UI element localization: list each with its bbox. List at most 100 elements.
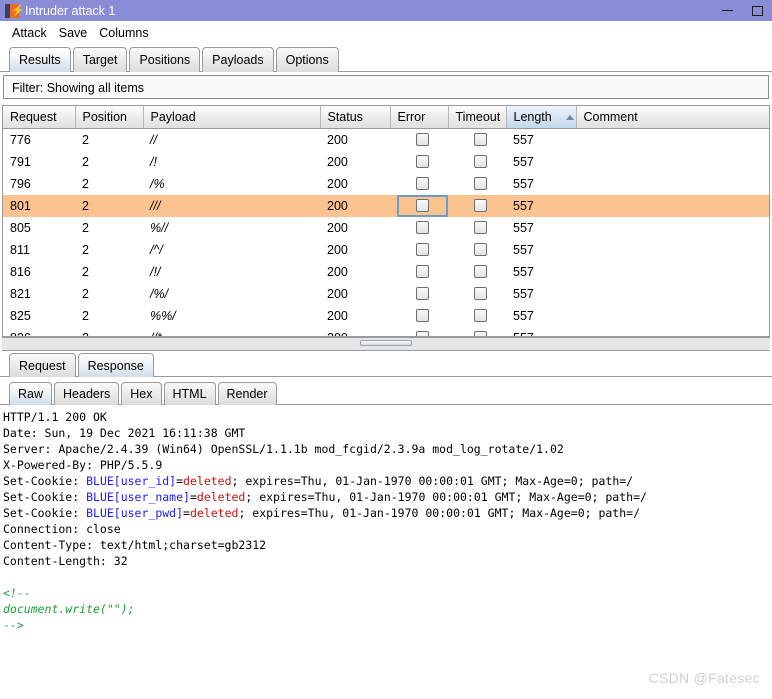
splitter-grip-icon[interactable] bbox=[360, 340, 412, 346]
timeout-checkbox[interactable] bbox=[474, 243, 487, 256]
error-checkbox[interactable] bbox=[416, 309, 429, 322]
timeout-wrapper[interactable] bbox=[455, 195, 506, 217]
error-wrapper[interactable] bbox=[397, 261, 448, 283]
error-cell[interactable] bbox=[390, 305, 448, 327]
timeout-checkbox[interactable] bbox=[474, 221, 487, 234]
tab-raw[interactable]: Raw bbox=[9, 382, 53, 405]
error-checkbox[interactable] bbox=[416, 199, 429, 212]
error-wrapper[interactable] bbox=[397, 239, 448, 261]
tab-target[interactable]: Target bbox=[72, 47, 128, 72]
tab-html[interactable]: HTML bbox=[163, 382, 216, 405]
timeout-cell[interactable] bbox=[448, 173, 506, 195]
table-row[interactable]: 805 2 %// 200 557 bbox=[3, 217, 769, 239]
tab-request[interactable]: Request bbox=[9, 353, 76, 377]
error-cell[interactable] bbox=[390, 128, 448, 151]
table-row[interactable]: 821 2 /%/ 200 557 bbox=[3, 283, 769, 305]
cell-status: 200 bbox=[327, 308, 348, 323]
tab-response[interactable]: Response bbox=[77, 353, 154, 377]
error-checkbox[interactable] bbox=[416, 287, 429, 300]
timeout-cell[interactable] bbox=[448, 151, 506, 173]
tab-hex[interactable]: Hex bbox=[121, 382, 162, 405]
timeout-checkbox[interactable] bbox=[474, 199, 487, 212]
timeout-wrapper[interactable] bbox=[455, 151, 506, 173]
timeout-checkbox[interactable] bbox=[474, 133, 487, 146]
timeout-cell[interactable] bbox=[448, 305, 506, 327]
error-wrapper[interactable] bbox=[397, 194, 448, 217]
error-wrapper[interactable] bbox=[397, 305, 448, 327]
error-checkbox[interactable] bbox=[416, 177, 429, 190]
column-header-payload[interactable]: Payload bbox=[143, 106, 321, 129]
minimize-button[interactable] bbox=[712, 0, 742, 21]
table-row[interactable]: 825 2 %%/ 200 557 bbox=[3, 305, 769, 327]
error-cell[interactable] bbox=[390, 217, 448, 239]
table-row[interactable]: 776 2 // 200 557 bbox=[3, 128, 769, 151]
timeout-wrapper[interactable] bbox=[455, 217, 506, 239]
timeout-checkbox[interactable] bbox=[474, 309, 487, 322]
timeout-wrapper[interactable] bbox=[455, 327, 506, 336]
timeout-cell[interactable] bbox=[448, 327, 506, 336]
tab-payloads[interactable]: Payloads bbox=[202, 47, 274, 72]
column-header-request[interactable]: Request bbox=[3, 106, 76, 129]
column-header-timeout[interactable]: Timeout bbox=[448, 106, 507, 129]
tab-render[interactable]: Render bbox=[217, 382, 277, 405]
timeout-wrapper[interactable] bbox=[455, 129, 506, 151]
timeout-cell[interactable] bbox=[448, 261, 506, 283]
filter-bar[interactable]: Filter: Showing all items bbox=[3, 75, 769, 99]
timeout-wrapper[interactable] bbox=[455, 283, 506, 305]
tab-positions[interactable]: Positions bbox=[129, 47, 201, 72]
error-checkbox[interactable] bbox=[416, 221, 429, 234]
error-wrapper[interactable] bbox=[397, 283, 448, 305]
error-checkbox[interactable] bbox=[416, 133, 429, 146]
error-cell[interactable] bbox=[390, 194, 448, 217]
timeout-cell[interactable] bbox=[448, 239, 506, 261]
timeout-checkbox[interactable] bbox=[474, 177, 487, 190]
table-row[interactable]: 8262//*200 557 bbox=[3, 327, 769, 336]
error-cell[interactable] bbox=[390, 327, 448, 336]
maximize-button[interactable] bbox=[742, 0, 772, 21]
error-wrapper[interactable] bbox=[397, 217, 448, 239]
response-raw-viewer[interactable]: HTTP/1.1 200 OK Date: Sun, 19 Dec 2021 16… bbox=[0, 405, 772, 660]
timeout-wrapper[interactable] bbox=[455, 261, 506, 283]
timeout-cell[interactable] bbox=[448, 283, 506, 305]
tab-results[interactable]: Results bbox=[9, 47, 71, 72]
timeout-cell[interactable] bbox=[448, 217, 506, 239]
column-header-position[interactable]: Position bbox=[75, 106, 144, 129]
timeout-checkbox[interactable] bbox=[474, 155, 487, 168]
error-cell[interactable] bbox=[390, 261, 448, 283]
table-row[interactable]: 801 2///200 557 bbox=[3, 194, 769, 217]
error-cell[interactable] bbox=[390, 239, 448, 261]
timeout-cell[interactable] bbox=[448, 194, 506, 217]
error-cell[interactable] bbox=[390, 283, 448, 305]
column-header-length[interactable]: Length bbox=[506, 106, 577, 129]
table-row[interactable]: 791 2 /! 200 557 bbox=[3, 151, 769, 173]
menu-item-columns[interactable]: Columns bbox=[93, 24, 154, 42]
error-wrapper[interactable] bbox=[397, 129, 448, 151]
table-row[interactable]: 811 2 /^/ 200 557 bbox=[3, 239, 769, 261]
cell-position: 2 bbox=[82, 242, 89, 257]
menu-item-attack[interactable]: Attack bbox=[6, 24, 53, 42]
timeout-cell[interactable] bbox=[448, 128, 506, 151]
column-header-error[interactable]: Error bbox=[390, 106, 449, 129]
error-checkbox[interactable] bbox=[416, 155, 429, 168]
table-row[interactable]: 796 2 /% 200 557 bbox=[3, 173, 769, 195]
horizontal-splitter[interactable] bbox=[2, 337, 770, 351]
timeout-wrapper[interactable] bbox=[455, 173, 506, 195]
table-row[interactable]: 816 2 /!/ 200 557 bbox=[3, 261, 769, 283]
tab-options[interactable]: Options bbox=[275, 47, 339, 72]
column-header-status[interactable]: Status bbox=[320, 106, 391, 129]
error-wrapper[interactable] bbox=[397, 327, 448, 336]
error-wrapper[interactable] bbox=[397, 173, 448, 195]
timeout-checkbox[interactable] bbox=[474, 287, 487, 300]
cell-comment bbox=[576, 283, 769, 305]
error-checkbox[interactable] bbox=[416, 265, 429, 278]
timeout-wrapper[interactable] bbox=[455, 305, 506, 327]
error-cell[interactable] bbox=[390, 173, 448, 195]
error-checkbox[interactable] bbox=[416, 243, 429, 256]
error-cell[interactable] bbox=[390, 151, 448, 173]
tab-headers[interactable]: Headers bbox=[54, 382, 120, 405]
column-header-comment[interactable]: Comment bbox=[576, 106, 769, 129]
menu-item-save[interactable]: Save bbox=[53, 24, 94, 42]
timeout-checkbox[interactable] bbox=[474, 265, 487, 278]
timeout-wrapper[interactable] bbox=[455, 239, 506, 261]
error-wrapper[interactable] bbox=[397, 151, 448, 173]
